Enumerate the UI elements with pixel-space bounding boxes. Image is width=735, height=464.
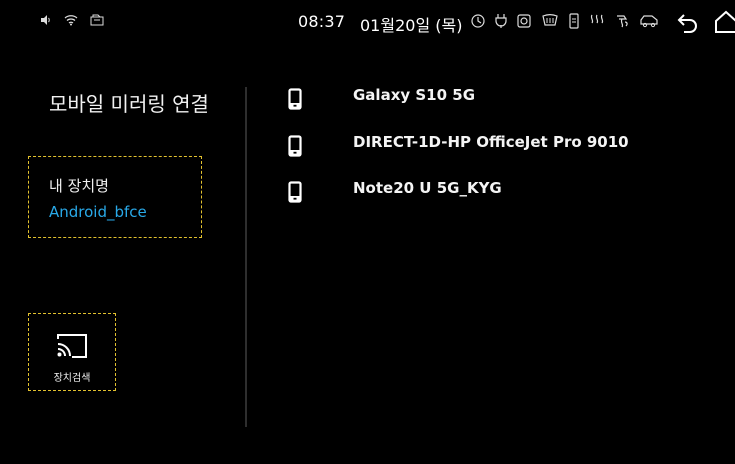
my-device-label: 내 장치명 [49,177,109,195]
cast-icon [55,332,89,364]
car-icon [639,13,659,34]
device-search-label: 장치검색 [53,373,91,384]
phone-icon [288,88,302,114]
status-left-icons [40,14,104,26]
front-defrost-icon [541,13,559,34]
device-name: Note20 U 5G_KYG [353,179,502,197]
device-list-item[interactable]: Note20 U 5G_KYG [280,179,700,211]
wifi-icon [64,14,78,26]
sd-card-icon [90,14,104,26]
device-list-item[interactable]: DIRECT-1D-HP OfficeJet Pro 9010 [280,133,700,165]
status-date: 01월20일 (목) [360,16,463,35]
plug-icon [495,13,507,34]
status-right-icons [470,13,659,34]
camera-icon [516,13,532,34]
clock-icon [470,13,486,34]
volume-icon [40,14,52,26]
heated-seat-icon [589,13,605,34]
device-list-item[interactable]: Galaxy S10 5G [280,86,700,118]
my-device-box: 내 장치명 Android_bfce [28,156,202,238]
device-search-button[interactable]: 장치검색 [28,313,116,391]
device-name: Galaxy S10 5G [353,86,476,104]
device-name: DIRECT-1D-HP OfficeJet Pro 9010 [353,133,629,151]
status-bar: 08:37 01월20일 (목) [0,0,735,44]
ac-icon [614,13,630,34]
phone-icon [288,135,302,161]
back-icon[interactable] [676,11,700,37]
phone-status-icon [568,13,580,34]
phone-icon [288,181,302,207]
status-time: 08:37 [298,12,346,31]
my-device-name: Android_bfce [49,203,147,221]
nav-buttons [676,10,735,38]
page-title: 모바일 미러링 연결 [49,92,209,116]
home-icon[interactable] [714,10,735,38]
panel-divider [245,87,247,427]
